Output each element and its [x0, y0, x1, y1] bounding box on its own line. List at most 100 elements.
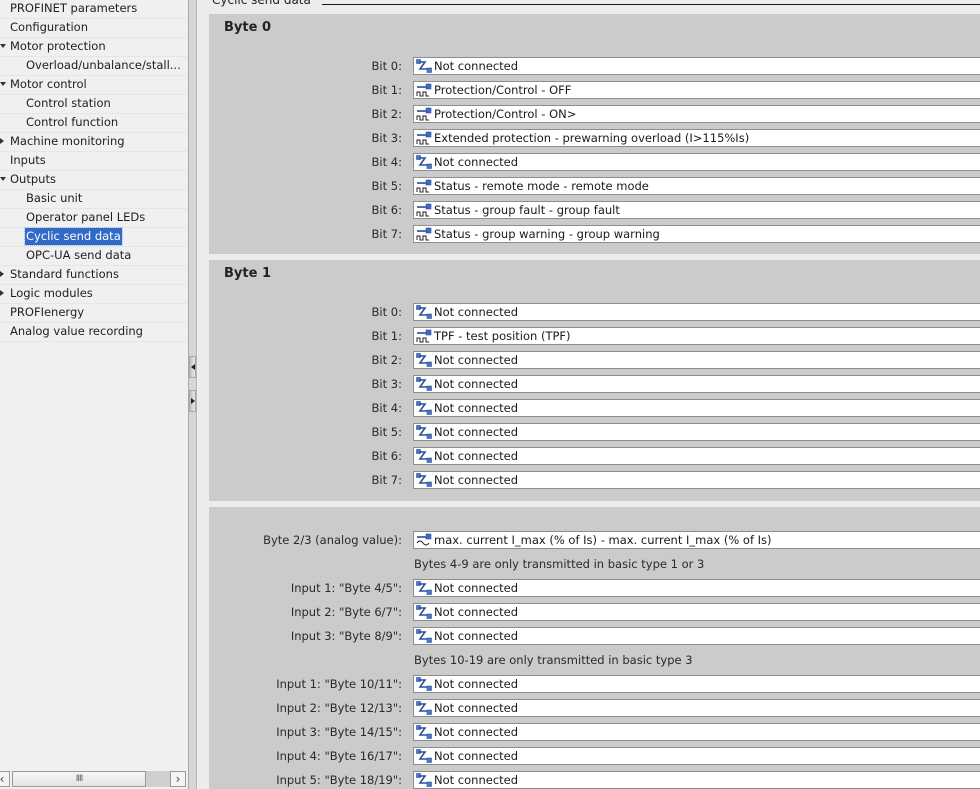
tree-item-logic-modules[interactable]: Logic modules	[0, 285, 188, 304]
input3-bytes-4-9-connection-field[interactable]: Not connected	[413, 627, 980, 645]
input5-bytes-10-19-connection-field[interactable]: Not connected	[413, 771, 980, 789]
byte1-bit3-value: Not connected	[434, 377, 519, 391]
byte1-bit1-row: Bit 1: TPF - test position (TPF)	[209, 327, 980, 345]
byte1-bit6-connection-field[interactable]: Not connected	[413, 447, 980, 465]
byte0-bit6-value: Status - group fault - group fault	[434, 203, 620, 217]
expand-arrow-icon[interactable]	[0, 271, 4, 277]
byte1-bit4-value: Not connected	[434, 401, 519, 415]
expand-right-button[interactable]	[189, 390, 196, 412]
byte0-bit0-connection-field[interactable]: Not connected	[413, 57, 980, 75]
byte-2-3-analog-label: Byte 2/3 (analog value):	[263, 533, 402, 547]
scroll-left-button[interactable]: ‹	[0, 771, 10, 787]
byte0-bit0-row: Bit 0: Not connected	[209, 57, 980, 75]
panel-splitter[interactable]	[189, 0, 197, 789]
byte1-bit1-connection-field[interactable]: TPF - test position (TPF)	[413, 327, 980, 345]
byte0-bit7-value: Status - group warning - group warning	[434, 227, 660, 241]
binary-signal-icon	[416, 131, 432, 145]
collapse-arrow-icon[interactable]	[0, 44, 6, 48]
byte0-bit3-connection-field[interactable]: Extended protection - prewarning overloa…	[413, 129, 980, 147]
byte0-bit4-connection-field[interactable]: Not connected	[413, 153, 980, 171]
cyclic-send-data-panel: Cyclic send data Byte 0 Bit 0: Not connec…	[198, 0, 980, 789]
tree-item-configuration[interactable]: Configuration	[0, 19, 188, 38]
byte0-bit1-label: Bit 1:	[371, 83, 402, 97]
tree-item-cyclic-send-data[interactable]: Cyclic send data	[0, 227, 188, 247]
byte0-bit2-value: Protection/Control - ON>	[434, 107, 577, 121]
byte1-bit0-label: Bit 0:	[371, 305, 402, 319]
byte0-bit7-connection-field[interactable]: Status - group warning - group warning	[413, 225, 980, 243]
byte1-bit0-connection-field[interactable]: Not connected	[413, 303, 980, 321]
input1-bytes-10-19-connection-field[interactable]: Not connected	[413, 675, 980, 693]
tree-item-machine-monitoring[interactable]: Machine monitoring	[0, 133, 188, 152]
tree-item-motor-control[interactable]: Motor control	[0, 76, 188, 95]
tree-item-opc-ua-send-data[interactable]: OPC-UA send data	[0, 247, 188, 266]
tree-item-label: Overload/unbalance/stall...	[26, 58, 181, 72]
tree-horizontal-scrollbar[interactable]: ‹ IIII ›	[0, 770, 188, 788]
tree-item-profinet-parameters[interactable]: PROFINET parameters	[0, 0, 188, 19]
triangle-left-icon	[191, 364, 195, 370]
not-connected-icon	[416, 473, 432, 487]
input2-bytes-10-19-row: Input 2: "Byte 12/13": Not connected	[209, 699, 980, 717]
tree-item-operator-panel-leds[interactable]: Operator panel LEDs	[0, 209, 188, 228]
byte0-bit1-value: Protection/Control - OFF	[434, 83, 572, 97]
input5-bytes-10-19-value: Not connected	[434, 773, 519, 787]
tree-item-analog-value-recording[interactable]: Analog value recording	[0, 323, 188, 342]
not-connected-icon	[416, 725, 432, 739]
byte0-bit6-connection-field[interactable]: Status - group fault - group fault	[413, 201, 980, 219]
byte0-bit2-row: Bit 2: Protection/Control - ON>	[209, 105, 980, 123]
byte-2-3-analog-connection-field[interactable]: max. current I_max (% of Is) - max. curr…	[413, 531, 980, 549]
byte1-bit4-connection-field[interactable]: Not connected	[413, 399, 980, 417]
not-connected-icon	[416, 425, 432, 439]
byte-0-group: Byte 0 Bit 0: Not connected Bit 1: Protecti…	[209, 14, 980, 254]
input3-bytes-4-9-label: Input 3: "Byte 8/9":	[290, 629, 402, 643]
byte0-bit5-connection-field[interactable]: Status - remote mode - remote mode	[413, 177, 980, 195]
byte0-bit6-label: Bit 6:	[371, 203, 402, 217]
byte1-bit0-value: Not connected	[434, 305, 519, 319]
tree-item-standard-functions[interactable]: Standard functions	[0, 266, 188, 285]
collapse-left-button[interactable]	[189, 356, 196, 378]
byte1-bit7-label: Bit 7:	[371, 473, 402, 487]
expand-arrow-icon[interactable]	[0, 290, 4, 296]
input2-bytes-4-9-connection-field[interactable]: Not connected	[413, 603, 980, 621]
input3-bytes-10-19-connection-field[interactable]: Not connected	[413, 723, 980, 741]
byte1-bit7-connection-field[interactable]: Not connected	[413, 471, 980, 489]
byte1-bit7-value: Not connected	[434, 473, 519, 487]
byte1-bit6-value: Not connected	[434, 449, 519, 463]
tree-item-basic-unit[interactable]: Basic unit	[0, 190, 188, 209]
scrollbar-thumb[interactable]: IIII	[12, 771, 146, 787]
not-connected-icon	[416, 305, 432, 319]
tree-item-motor-protection[interactable]: Motor protection	[0, 38, 188, 57]
input5-bytes-10-19-label: Input 5: "Byte 18/19":	[276, 773, 402, 787]
input2-bytes-10-19-connection-field[interactable]: Not connected	[413, 699, 980, 717]
input2-bytes-4-9-label: Input 2: "Byte 6/7":	[290, 605, 402, 619]
byte1-bit1-label: Bit 1:	[371, 329, 402, 343]
tree-item-control-station[interactable]: Control station	[0, 95, 188, 114]
scroll-right-button[interactable]: ›	[170, 771, 186, 787]
input4-bytes-10-19-value: Not connected	[434, 749, 519, 763]
not-connected-icon	[416, 749, 432, 763]
collapse-arrow-icon[interactable]	[0, 177, 6, 181]
not-connected-icon	[416, 377, 432, 391]
input4-bytes-10-19-connection-field[interactable]: Not connected	[413, 747, 980, 765]
byte1-bit2-connection-field[interactable]: Not connected	[413, 351, 980, 369]
byte-2-3-analog-row: Byte 2/3 (analog value): max. current I_m…	[209, 531, 980, 549]
not-connected-icon	[416, 353, 432, 367]
byte0-bit1-connection-field[interactable]: Protection/Control - OFF	[413, 81, 980, 99]
tree-item-overload-unbalance-stall[interactable]: Overload/unbalance/stall...	[0, 57, 188, 76]
tree-item-inputs[interactable]: Inputs	[0, 152, 188, 171]
tree-item-outputs[interactable]: Outputs	[0, 171, 188, 190]
expand-arrow-icon[interactable]	[0, 138, 4, 144]
input1-bytes-10-19-row: Input 1: "Byte 10/11": Not connected	[209, 675, 980, 693]
binary-signal-icon	[416, 107, 432, 121]
tree-item-label: Machine monitoring	[10, 134, 125, 148]
byte0-bit4-row: Bit 4: Not connected	[209, 153, 980, 171]
byte0-bit2-connection-field[interactable]: Protection/Control - ON>	[413, 105, 980, 123]
tree-item-control-function[interactable]: Control function	[0, 114, 188, 133]
collapse-arrow-icon[interactable]	[0, 82, 6, 86]
byte1-bit3-connection-field[interactable]: Not connected	[413, 375, 980, 393]
note-bytes-10-19: Bytes 10-19 are only transmitted in basi…	[414, 653, 693, 667]
tree-item-profienergy[interactable]: PROFIenergy	[0, 304, 188, 323]
scrollbar-track[interactable]	[146, 771, 170, 787]
byte1-bit1-value: TPF - test position (TPF)	[434, 329, 571, 343]
input1-bytes-4-9-connection-field[interactable]: Not connected	[413, 579, 980, 597]
byte1-bit5-connection-field[interactable]: Not connected	[413, 423, 980, 441]
